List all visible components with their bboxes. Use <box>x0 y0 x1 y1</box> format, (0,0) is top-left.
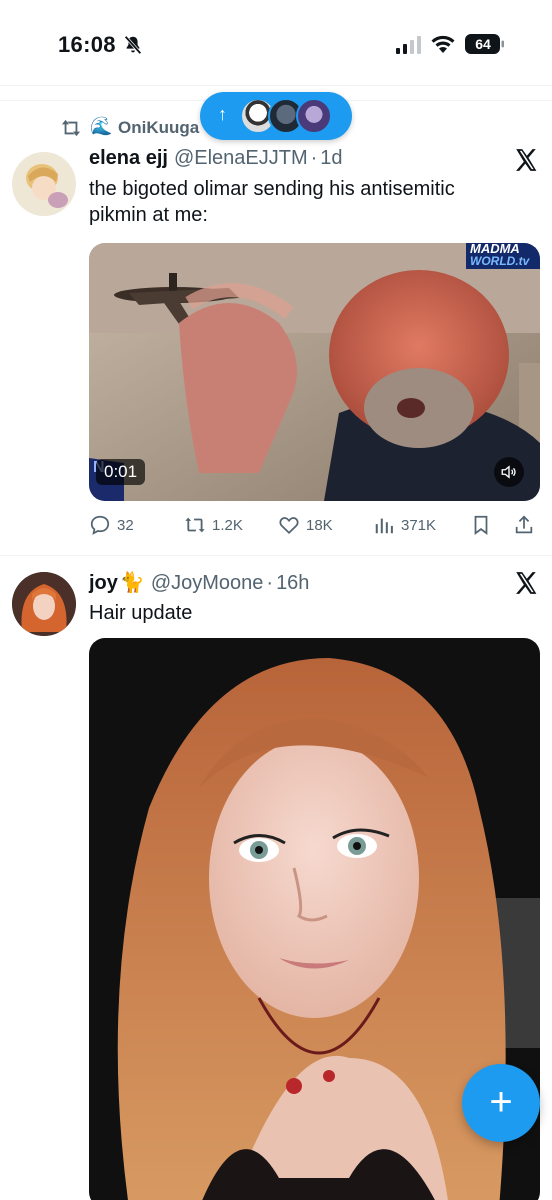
video-player[interactable]: MADMA WORLD.tv N 0:01 <box>89 243 540 501</box>
repost-count: 1.2K <box>212 516 243 534</box>
timestamp[interactable]: 1d <box>320 147 342 169</box>
x-logo-icon[interactable] <box>513 147 539 173</box>
up-arrow-icon: ↑ <box>218 104 227 124</box>
clock: 16:08 <box>58 32 116 57</box>
wave-icon: 🌊 <box>90 116 113 136</box>
bookmark-icon <box>474 515 488 535</box>
tweet-text-line: pikmin at me: <box>89 204 208 226</box>
wifi-icon <box>431 35 455 53</box>
tweet-header: elena ejj @ElenaEJJTM · 1d <box>89 147 343 173</box>
battery-level: 64 <box>475 36 491 52</box>
handle[interactable]: @ElenaEJJTM <box>174 147 308 169</box>
divider <box>0 555 552 556</box>
like-icon <box>279 517 299 534</box>
cat-icon: 🐈 <box>119 572 145 594</box>
bookmark-button[interactable] <box>470 512 498 538</box>
speaker-icon <box>501 465 516 479</box>
views-button[interactable]: 371K <box>373 512 436 538</box>
like-count: 18K <box>306 516 333 534</box>
watermark-line: WORLD.tv <box>470 254 530 268</box>
retweet-icon <box>61 119 81 137</box>
timestamp[interactable]: 16h <box>276 572 309 594</box>
repost-button[interactable]: 1.2K <box>184 512 243 538</box>
compose-button[interactable]: + <box>462 1064 540 1142</box>
display-name[interactable]: elena ejj <box>89 147 168 169</box>
tweet-text: the bigoted olimar sending his antisemit… <box>89 176 455 228</box>
new-posts-pill[interactable]: ↑ <box>200 92 352 140</box>
watermark: MADMA WORLD.tv <box>466 243 540 269</box>
separator: · <box>310 147 318 169</box>
view-count: 371K <box>401 516 437 534</box>
share-icon <box>515 515 533 534</box>
bell-slash-icon <box>124 35 142 55</box>
share-button[interactable] <box>513 512 541 538</box>
tweet-text: Hair update <box>89 602 193 624</box>
tweet-text-line: the bigoted olimar sending his antisemit… <box>89 178 455 200</box>
reply-icon <box>90 515 110 535</box>
views-icon <box>375 518 393 534</box>
signal-icon <box>396 36 421 54</box>
x-logo-icon[interactable] <box>513 570 539 596</box>
plus-icon: + <box>489 1080 513 1124</box>
like-button[interactable]: 18K <box>278 512 333 538</box>
video-frame <box>89 243 540 501</box>
reply-count: 32 <box>117 516 134 534</box>
action-bar: 32 1.2K 18K 371K <box>89 512 540 538</box>
reposter-name[interactable]: OniKuuga <box>118 118 199 138</box>
display-name[interactable]: joy <box>89 572 118 594</box>
status-bar: 16:08 64 <box>0 0 552 86</box>
video-duration: 0:01 <box>96 459 146 485</box>
pill-avatar <box>296 98 332 134</box>
mute-button[interactable] <box>494 457 524 487</box>
handle[interactable]: @JoyMoone <box>151 572 264 594</box>
retweet-icon <box>185 517 205 533</box>
separator: · <box>266 572 274 594</box>
avatar[interactable] <box>12 572 76 636</box>
avatar[interactable] <box>12 152 76 216</box>
reply-button[interactable]: 32 <box>89 512 134 538</box>
tweet-header: joy 🐈 @JoyMoone · 16h <box>89 570 309 596</box>
